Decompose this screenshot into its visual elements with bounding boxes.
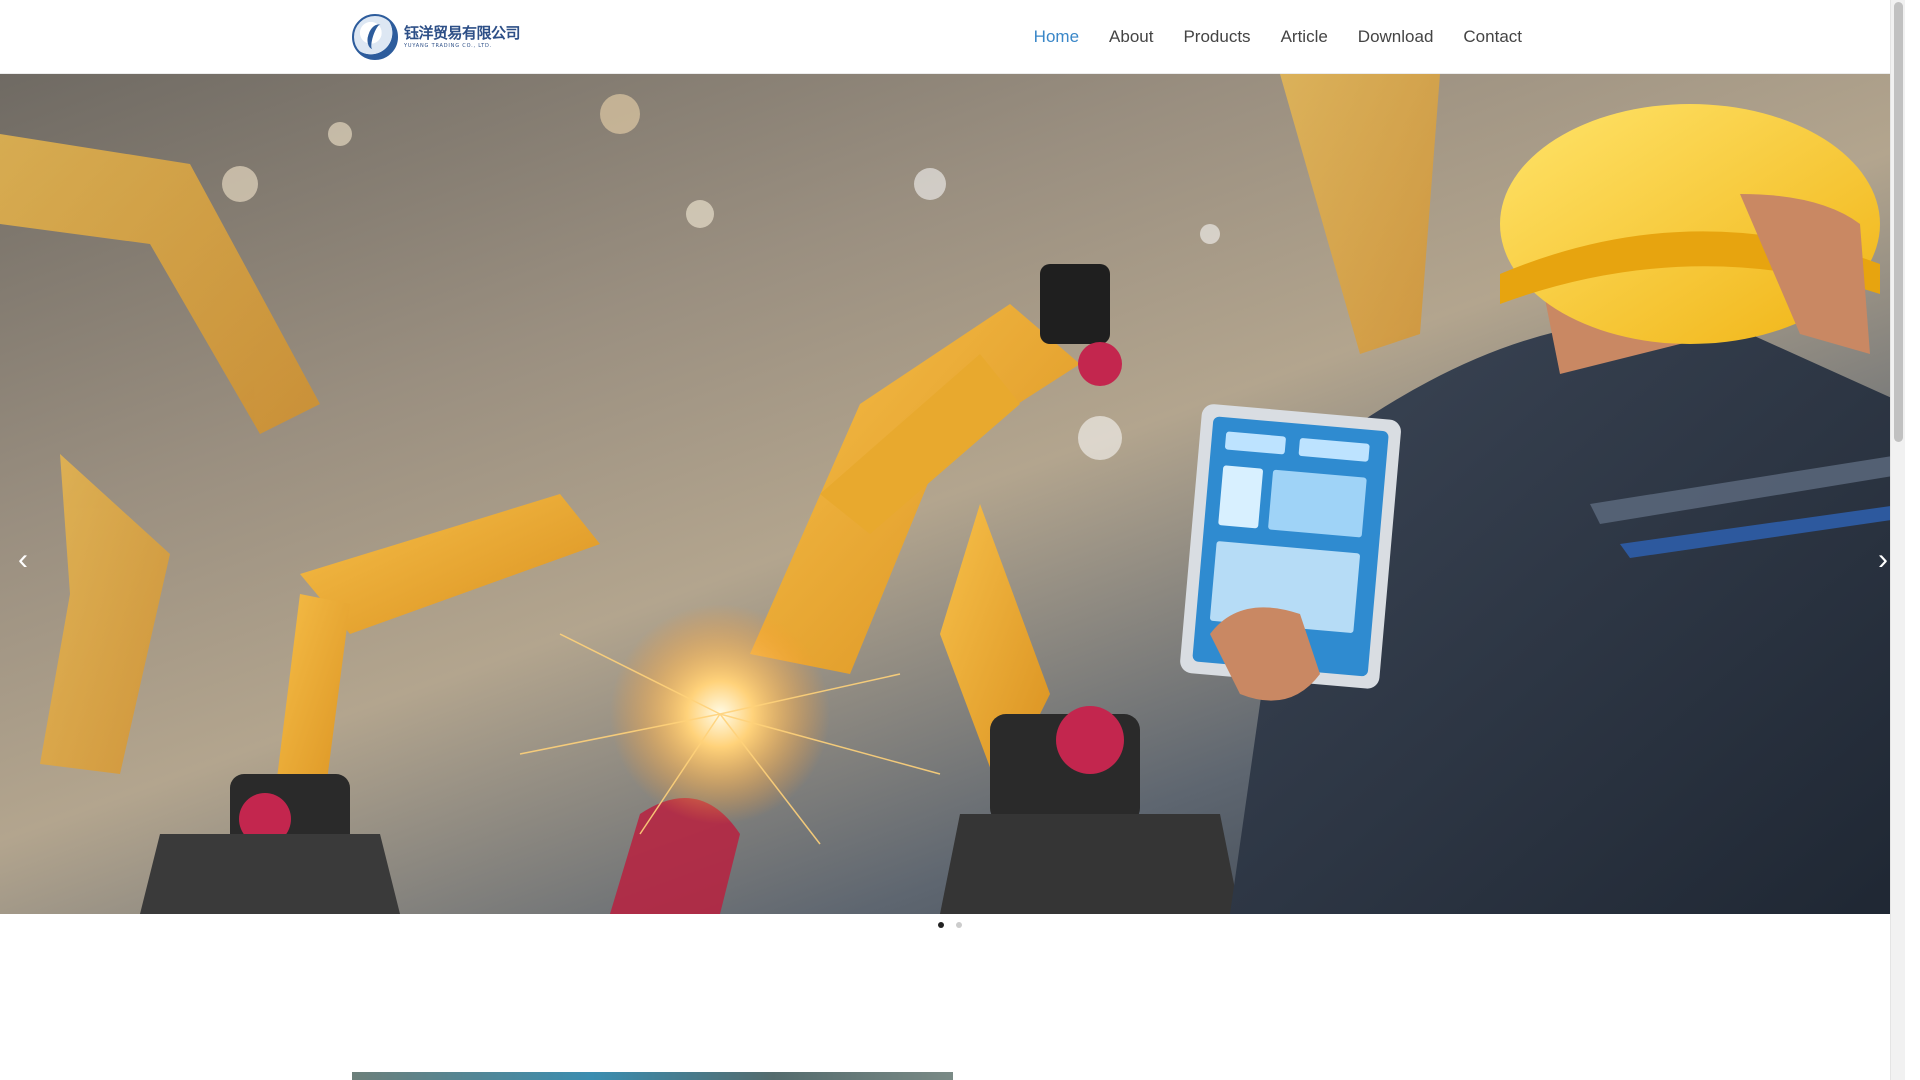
logo-mark-icon: [352, 14, 398, 60]
logo-name-cn: 钰洋贸易有限公司: [404, 23, 521, 42]
logo[interactable]: 钰洋贸易有限公司 YUYANG TRADING CO., LTD.: [352, 14, 521, 60]
nav-home[interactable]: Home: [1019, 27, 1094, 47]
carousel-dot-2[interactable]: [956, 922, 962, 928]
carousel-prev-icon[interactable]: ‹: [8, 540, 38, 580]
nav-download[interactable]: Download: [1343, 27, 1449, 47]
carousel-pagination: [938, 922, 962, 928]
logo-name-en: YUYANG TRADING CO., LTD.: [404, 42, 493, 49]
carousel-dot-1[interactable]: [938, 922, 944, 928]
main-nav: Home About Products Article Download Con…: [1019, 0, 1537, 74]
hero-image: [0, 74, 1905, 914]
nav-about[interactable]: About: [1094, 27, 1168, 47]
content-image-preview: [352, 1072, 953, 1080]
hero-carousel: ‹ ›: [0, 74, 1905, 914]
nav-contact[interactable]: Contact: [1448, 27, 1537, 47]
scrollbar-thumb[interactable]: [1894, 2, 1903, 442]
page-scrollbar[interactable]: [1890, 0, 1905, 1080]
site-header: 钰洋贸易有限公司 YUYANG TRADING CO., LTD. Home A…: [0, 0, 1905, 74]
nav-products[interactable]: Products: [1168, 27, 1265, 47]
nav-article[interactable]: Article: [1266, 27, 1343, 47]
logo-text: 钰洋贸易有限公司 YUYANG TRADING CO., LTD.: [404, 23, 521, 49]
page: 钰洋贸易有限公司 YUYANG TRADING CO., LTD. Home A…: [0, 0, 1905, 1080]
